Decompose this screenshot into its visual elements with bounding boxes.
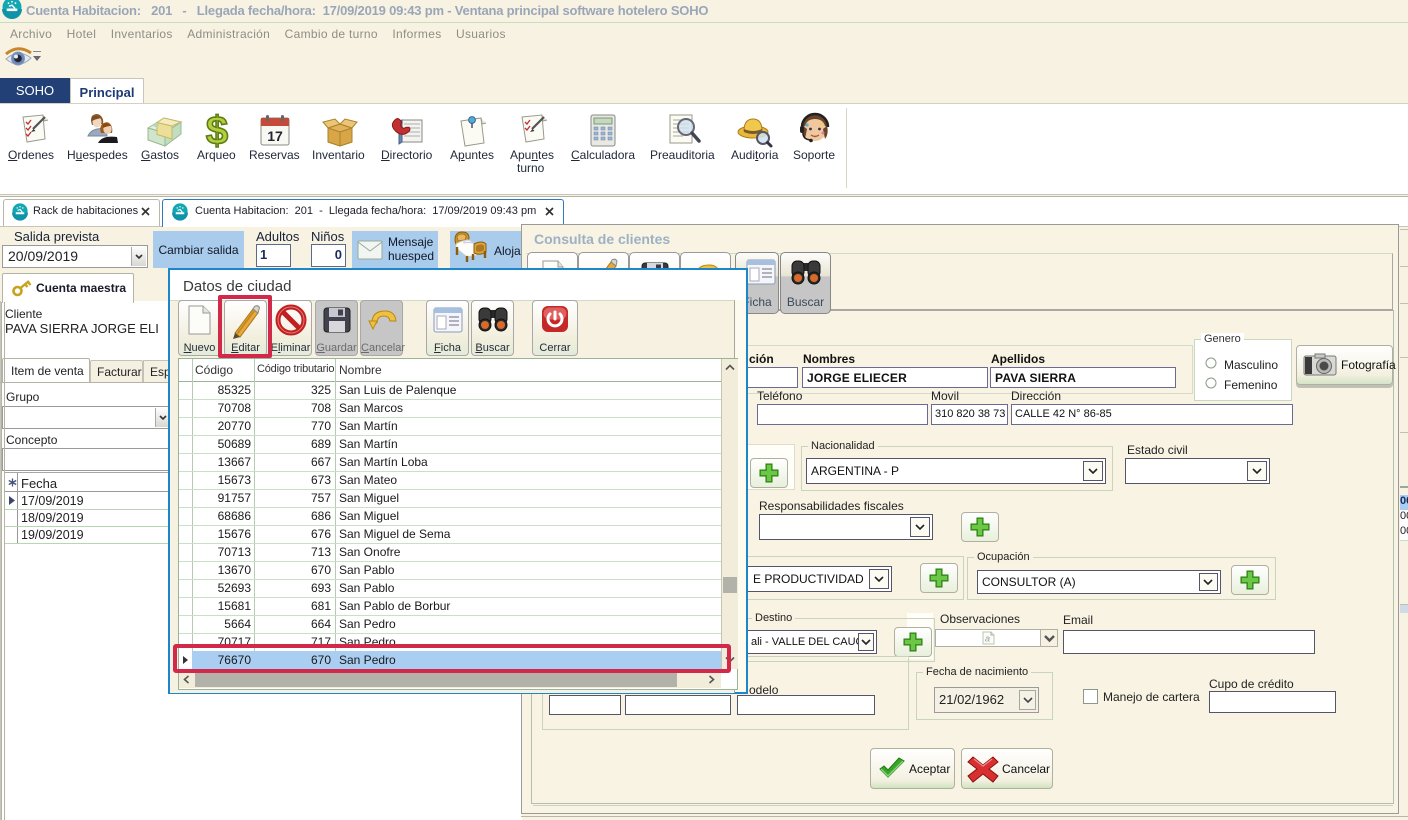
- svg-text:a: a: [985, 634, 990, 644]
- svg-text:17: 17: [267, 128, 283, 144]
- svg-text:$: $: [206, 109, 228, 153]
